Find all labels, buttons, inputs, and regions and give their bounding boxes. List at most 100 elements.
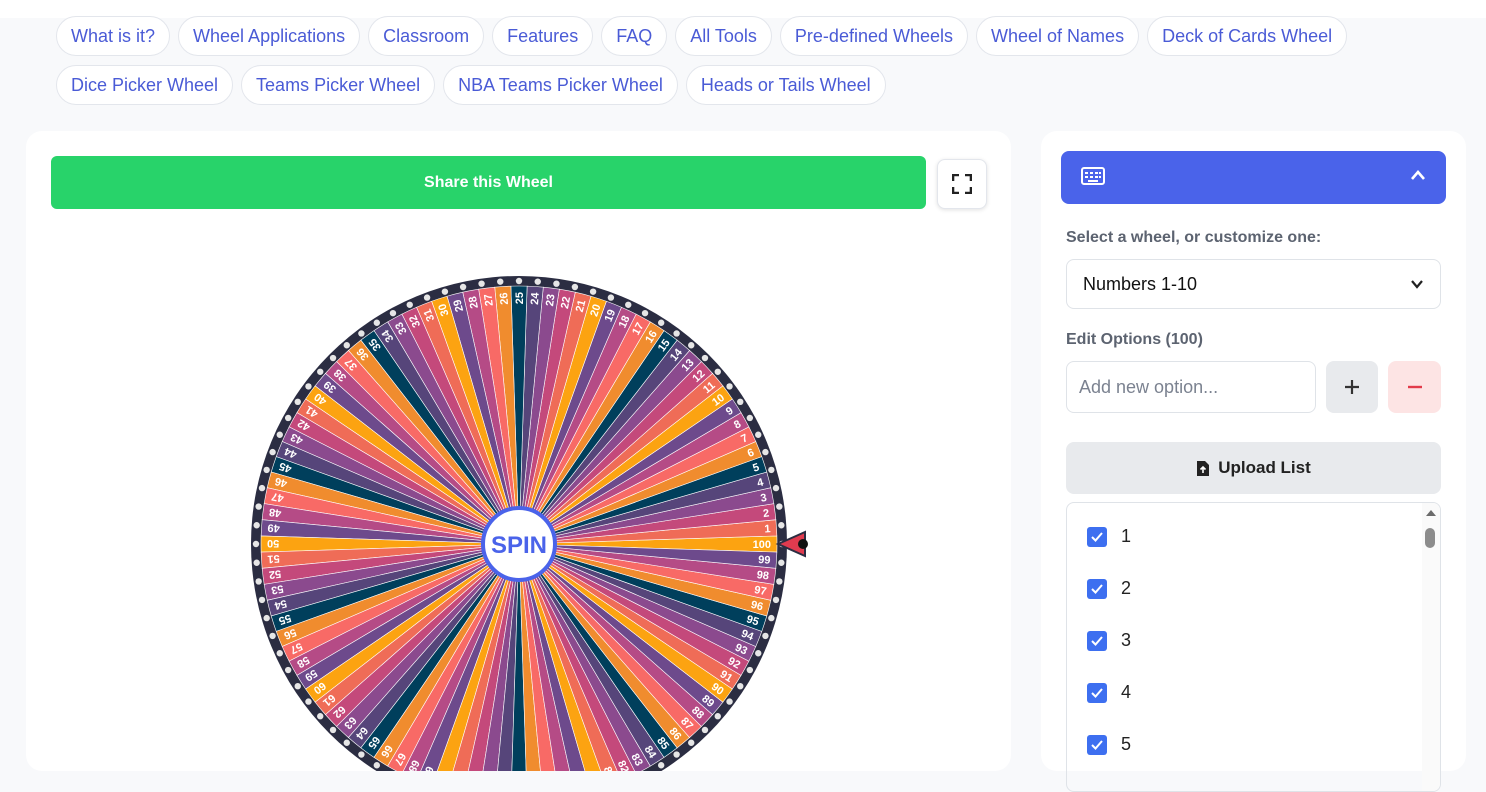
- option-checkbox[interactable]: [1087, 578, 1107, 599]
- option-checkbox[interactable]: [1087, 630, 1107, 651]
- scroll-up-icon[interactable]: [1422, 507, 1440, 519]
- check-icon: [1091, 739, 1103, 750]
- nav-link-nba-teams-picker-wheel[interactable]: NBA Teams Picker Wheel: [443, 65, 678, 105]
- minus-icon: [1407, 385, 1422, 389]
- rim-light: [317, 713, 324, 720]
- scrollbar-thumb[interactable]: [1425, 528, 1435, 548]
- rim-light: [373, 319, 381, 326]
- rim-light: [772, 484, 780, 492]
- rim-light: [515, 277, 523, 285]
- nav-link-wheel-of-names[interactable]: Wheel of Names: [976, 16, 1140, 56]
- rim-light: [441, 288, 449, 295]
- list-item: 4: [1087, 682, 1131, 703]
- edit-options-label: Edit Options (100): [1066, 331, 1203, 348]
- rim-light: [253, 522, 260, 529]
- panel-header[interactable]: [1061, 151, 1446, 204]
- pointer-pivot: [798, 539, 808, 549]
- add-option-button[interactable]: [1326, 361, 1378, 413]
- rim-light: [673, 751, 680, 758]
- rim-light: [263, 614, 270, 622]
- nav-link-features[interactable]: Features: [492, 16, 594, 56]
- wheel-segment-label: 23: [544, 293, 557, 307]
- rim-light: [478, 280, 485, 287]
- option-checkbox[interactable]: [1087, 526, 1107, 547]
- option-checkbox[interactable]: [1087, 682, 1107, 703]
- rim-light: [317, 368, 324, 375]
- wheel-segment-label: 47: [271, 490, 285, 504]
- selected-wheel-value: Numbers 1-10: [1083, 273, 1198, 294]
- rim-light: [589, 288, 597, 295]
- nav-link-faq[interactable]: FAQ: [601, 16, 668, 56]
- options-list[interactable]: 1 2 3 4 5: [1066, 502, 1441, 792]
- rim-light: [737, 682, 744, 690]
- rim-light: [258, 596, 266, 604]
- add-option-input[interactable]: [1066, 361, 1316, 413]
- rim-light: [641, 309, 649, 317]
- rim-light: [258, 484, 266, 492]
- option-checkbox[interactable]: [1087, 734, 1107, 755]
- nav-link-what-is-it[interactable]: What is it?: [56, 16, 171, 56]
- wheel-segment-label: 24: [529, 291, 542, 305]
- upload-list-button[interactable]: Upload List: [1066, 442, 1441, 494]
- wheel-select[interactable]: Numbers 1-10: [1066, 259, 1441, 309]
- wheel-segment-label: 52: [268, 567, 282, 580]
- remove-option-button[interactable]: [1388, 361, 1441, 413]
- nav-link-dice-picker-wheel[interactable]: Dice Picker Wheel: [56, 65, 234, 105]
- nav-link-all-tools[interactable]: All Tools: [675, 16, 772, 56]
- rim-light: [534, 278, 541, 285]
- rim-light: [726, 383, 733, 390]
- nav-link-heads-or-tails-wheel[interactable]: Heads or Tails Wheel: [685, 65, 886, 105]
- option-label: 5: [1121, 734, 1132, 754]
- nav-link-deck-of-cards-wheel[interactable]: Deck of Cards Wheel: [1147, 16, 1348, 56]
- keyboard-icon: [1081, 167, 1105, 185]
- chevron-down-icon: [1411, 280, 1423, 289]
- rim-light: [657, 319, 665, 326]
- rim-light: [294, 398, 301, 406]
- nav-link-predefined-wheels[interactable]: Pre-defined Wheels: [779, 16, 969, 56]
- nav-link-teams-picker-wheel[interactable]: Teams Picker Wheel: [241, 65, 436, 105]
- rim-light: [726, 698, 733, 705]
- spin-label[interactable]: SPIN: [491, 532, 547, 559]
- list-item: 1: [1087, 526, 1131, 547]
- wheel-segment-label: 99: [758, 554, 771, 567]
- nav-link-classroom[interactable]: Classroom: [368, 16, 485, 56]
- rim-light: [746, 414, 754, 422]
- wheel-segment-label: 53: [270, 582, 284, 596]
- rim-light: [255, 578, 262, 585]
- option-label: 3: [1121, 630, 1132, 650]
- rim-light: [553, 280, 560, 287]
- wheel-segment-label: 28: [467, 295, 481, 309]
- rim-light: [762, 448, 769, 456]
- wheel-segment-label: 51: [267, 552, 280, 565]
- rim-light: [737, 398, 744, 406]
- rim-light: [701, 354, 709, 362]
- rim-light: [263, 466, 270, 474]
- rim-light: [776, 503, 783, 510]
- rim-light: [284, 666, 292, 674]
- rim-light: [305, 698, 312, 705]
- rim-light: [255, 503, 262, 510]
- options-scrollbar[interactable]: [1422, 503, 1440, 791]
- spinner-wheel[interactable]: 1001234567891011121314151617181920212223…: [26, 131, 1011, 771]
- wheel-segment-label: 27: [482, 293, 495, 307]
- rim-light: [329, 726, 337, 734]
- wheel-card: Share this Wheel 100 1 2 3 4 5 6 7 8 9 10 11 12 13 14 1…: [26, 131, 1011, 771]
- rim-light: [688, 739, 695, 746]
- rim-light: [343, 342, 350, 349]
- spin-button[interactable]: SPIN: [481, 506, 557, 582]
- rim-light: [772, 596, 780, 604]
- rim-light: [284, 414, 292, 422]
- nav-row-2: Dice Picker Wheel Teams Picker Wheel NBA…: [56, 65, 886, 105]
- chevron-up-icon[interactable]: [1410, 169, 1426, 181]
- rim-light: [755, 431, 762, 438]
- rim-light: [373, 762, 381, 769]
- nav-link-wheel-applications[interactable]: Wheel Applications: [178, 16, 361, 56]
- option-label: 1: [1121, 526, 1132, 546]
- wheel-segment-label: 25: [514, 292, 526, 304]
- wheel-segment-label: 49: [267, 521, 280, 534]
- check-icon: [1091, 687, 1103, 698]
- wheel-segment-label: 50: [267, 537, 279, 549]
- rim-light: [253, 559, 260, 566]
- rim-light: [714, 368, 721, 375]
- plus-icon: [1345, 380, 1359, 394]
